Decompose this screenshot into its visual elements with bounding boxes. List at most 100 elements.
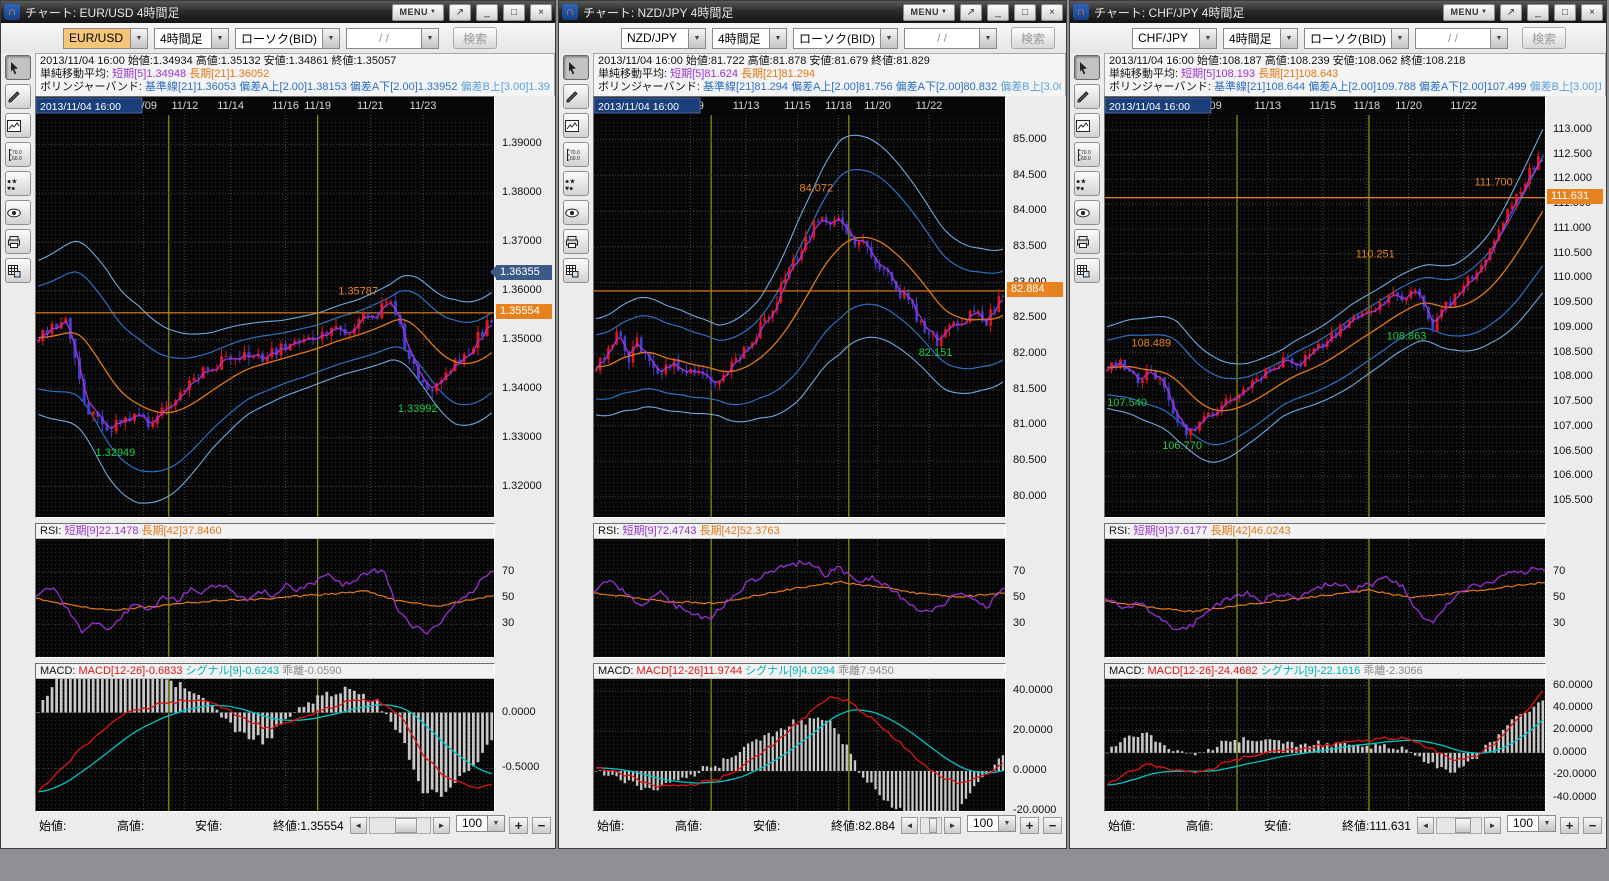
chevron-down-icon[interactable]: ▼: [980, 28, 997, 49]
indicator-tool-button[interactable]: [1074, 113, 1100, 138]
macd-chart[interactable]: [1105, 679, 1545, 811]
marker-tool-button[interactable]: ●★♥●: [563, 171, 589, 196]
rsi-chart[interactable]: [594, 539, 1005, 657]
scroll-left-button[interactable]: ◄: [901, 817, 918, 834]
print-button[interactable]: [1074, 229, 1100, 254]
minimize-button[interactable]: _: [987, 4, 1009, 21]
main-candlestick-chart[interactable]: 1.357871.339921.3294911/0911/1211/1411/1…: [36, 97, 494, 517]
price-type-select[interactable]: ローソク(BID) ▼: [1304, 28, 1409, 49]
popout-button[interactable]: ↗: [1500, 4, 1522, 21]
chevron-down-icon[interactable]: ▼: [131, 28, 148, 49]
chevron-down-icon[interactable]: ▼: [488, 815, 505, 832]
popout-button[interactable]: ↗: [449, 4, 471, 21]
chevron-down-icon[interactable]: ▼: [1392, 28, 1409, 49]
search-button[interactable]: 検索: [1522, 27, 1566, 49]
price-type-select[interactable]: ローソク(BID) ▼: [235, 28, 340, 49]
cursor-tool-button[interactable]: [563, 55, 589, 80]
chevron-down-icon[interactable]: ▼: [1539, 815, 1556, 832]
scrollbar-track[interactable]: [369, 817, 431, 834]
main-candlestick-chart[interactable]: 111.700110.251108.489108.863107.540106.7…: [1105, 97, 1545, 517]
scroll-right-button[interactable]: ►: [944, 817, 961, 834]
close-button[interactable]: ×: [530, 4, 552, 21]
window-titlebar[interactable]: ∩ チャート: CHF/JPY 4時間足 MENU▼ ↗ _ □ ×: [1070, 1, 1606, 23]
zoom-out-button[interactable]: −: [532, 817, 551, 834]
chevron-down-icon[interactable]: ▼: [689, 28, 706, 49]
draw-tool-button[interactable]: [1074, 84, 1100, 109]
scrollbar-track[interactable]: [1436, 817, 1482, 834]
minimize-button[interactable]: _: [476, 4, 498, 21]
zoom-out-button[interactable]: −: [1583, 817, 1602, 834]
main-candlestick-chart[interactable]: 84.07282.15111/0911/1311/1511/1811/2011/…: [594, 97, 1005, 517]
date-select[interactable]: / / ▼: [346, 28, 439, 49]
indicator-tool-button[interactable]: [5, 113, 31, 138]
scrollbar-track[interactable]: [920, 817, 942, 834]
search-button[interactable]: 検索: [453, 27, 497, 49]
pair-select[interactable]: NZD/JPY ▼: [621, 28, 706, 49]
zoom-in-button[interactable]: +: [509, 817, 528, 834]
print-button[interactable]: [5, 229, 31, 254]
menu-button[interactable]: MENU▼: [1443, 4, 1495, 21]
popout-button[interactable]: ↗: [960, 4, 982, 21]
scroll-left-button[interactable]: ◄: [1417, 817, 1434, 834]
save-layout-button[interactable]: [1074, 258, 1100, 283]
zoom-in-button[interactable]: +: [1560, 817, 1579, 834]
chevron-down-icon[interactable]: ▼: [770, 28, 787, 49]
chevron-down-icon[interactable]: ▼: [212, 28, 229, 49]
indicator-tool-button[interactable]: [563, 113, 589, 138]
save-layout-button[interactable]: [5, 258, 31, 283]
scale-tool-button[interactable]: 70.060.0: [1074, 142, 1100, 167]
chevron-down-icon[interactable]: ▼: [1491, 28, 1508, 49]
scroll-right-button[interactable]: ►: [1484, 817, 1501, 834]
pair-select[interactable]: CHF/JPY ▼: [1132, 28, 1217, 49]
zoom-out-button[interactable]: −: [1043, 817, 1062, 834]
draw-tool-button[interactable]: [563, 84, 589, 109]
macd-chart[interactable]: [36, 679, 494, 811]
chevron-down-icon[interactable]: ▼: [323, 28, 340, 49]
candle-count-select[interactable]: 100 ▼: [967, 815, 1016, 836]
maximize-button[interactable]: □: [1014, 4, 1036, 21]
scroll-left-button[interactable]: ◄: [350, 817, 367, 834]
timeframe-select[interactable]: 4時間足 ▼: [1223, 28, 1298, 49]
scrollbar-thumb[interactable]: [395, 818, 417, 833]
marker-tool-button[interactable]: ●★♥●: [5, 171, 31, 196]
print-button[interactable]: [563, 229, 589, 254]
timeframe-select[interactable]: 4時間足 ▼: [712, 28, 787, 49]
candle-count-select[interactable]: 100 ▼: [456, 815, 505, 836]
chevron-down-icon[interactable]: ▼: [881, 28, 898, 49]
save-layout-button[interactable]: [563, 258, 589, 283]
minimize-button[interactable]: _: [1527, 4, 1549, 21]
pair-select[interactable]: EUR/USD ▼: [63, 28, 148, 49]
window-titlebar[interactable]: ∩ チャート: EUR/USD 4時間足 MENU▼ ↗ _ □ ×: [1, 1, 555, 23]
window-titlebar[interactable]: ∩ チャート: NZD/JPY 4時間足 MENU▼ ↗ _ □ ×: [559, 1, 1066, 23]
marker-tool-button[interactable]: ●★♥●: [1074, 171, 1100, 196]
scrollbar-thumb[interactable]: [1455, 818, 1471, 833]
maximize-button[interactable]: □: [1554, 4, 1576, 21]
chevron-down-icon[interactable]: ▼: [422, 28, 439, 49]
visibility-tool-button[interactable]: [5, 200, 31, 225]
rsi-chart[interactable]: [36, 539, 494, 657]
visibility-tool-button[interactable]: [1074, 200, 1100, 225]
macd-chart[interactable]: [594, 679, 1005, 811]
price-type-select[interactable]: ローソク(BID) ▼: [793, 28, 898, 49]
scroll-right-button[interactable]: ►: [433, 817, 450, 834]
date-select[interactable]: / / ▼: [1415, 28, 1508, 49]
search-button[interactable]: 検索: [1011, 27, 1055, 49]
chevron-down-icon[interactable]: ▼: [1200, 28, 1217, 49]
rsi-chart[interactable]: [1105, 539, 1545, 657]
chevron-down-icon[interactable]: ▼: [1281, 28, 1298, 49]
menu-button[interactable]: MENU▼: [392, 4, 444, 21]
zoom-in-button[interactable]: +: [1020, 817, 1039, 834]
scale-tool-button[interactable]: 70.060.0: [5, 142, 31, 167]
cursor-tool-button[interactable]: [1074, 55, 1100, 80]
scale-tool-button[interactable]: 70.060.0: [563, 142, 589, 167]
cursor-tool-button[interactable]: [5, 55, 31, 80]
timeframe-select[interactable]: 4時間足 ▼: [154, 28, 229, 49]
date-select[interactable]: / / ▼: [904, 28, 997, 49]
chevron-down-icon[interactable]: ▼: [999, 815, 1016, 832]
maximize-button[interactable]: □: [503, 4, 525, 21]
visibility-tool-button[interactable]: [563, 200, 589, 225]
close-button[interactable]: ×: [1581, 4, 1603, 21]
draw-tool-button[interactable]: [5, 84, 31, 109]
close-button[interactable]: ×: [1041, 4, 1063, 21]
menu-button[interactable]: MENU▼: [903, 4, 955, 21]
